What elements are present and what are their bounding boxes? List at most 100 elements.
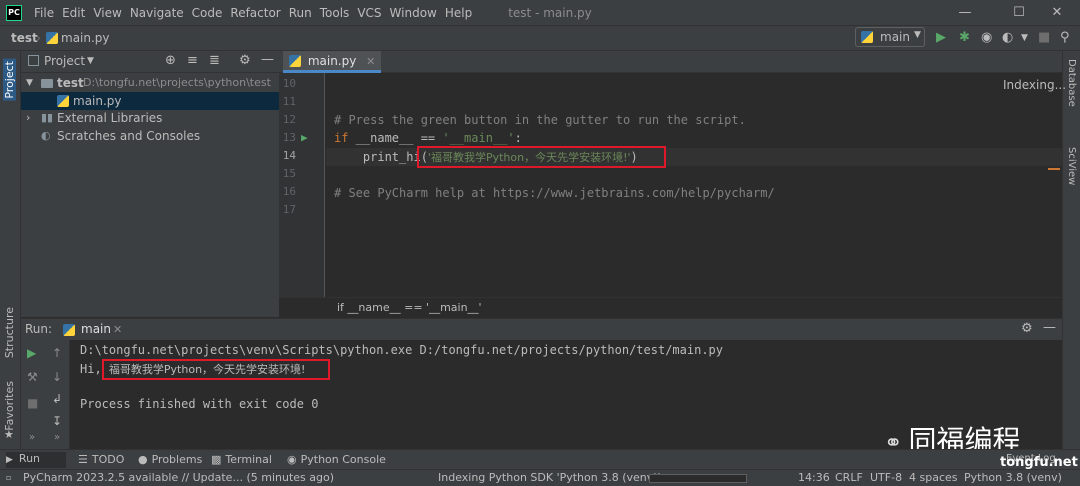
- locate-icon[interactable]: ⊕: [165, 53, 176, 68]
- database-tool-button[interactable]: Database: [1066, 59, 1077, 107]
- menu-vcs[interactable]: VCS: [357, 6, 381, 20]
- python-file-icon: [57, 92, 72, 110]
- more-icon[interactable]: »: [29, 432, 35, 443]
- run-configuration-select[interactable]: main ▼: [855, 27, 925, 47]
- star-icon: ★: [4, 428, 14, 441]
- more-run-chevron-icon[interactable]: ▼: [1021, 30, 1028, 46]
- status-indent[interactable]: 4 spaces: [909, 471, 958, 484]
- window-title: test - main.py: [508, 5, 592, 20]
- bottom-tool-bar: ▶ Run ☰ TODO ● Problems ▩ Terminal ◉ Python C…: [0, 449, 1080, 469]
- tree-item-external-libraries[interactable]: › ▮▮ External Libraries: [21, 109, 279, 127]
- stop-icon[interactable]: ■: [1038, 30, 1050, 46]
- run-icon: ▶: [6, 455, 13, 465]
- terminal-tool-button[interactable]: ▩ Terminal: [211, 453, 272, 466]
- editor-tab-bar: main.py ✕: [279, 51, 1062, 73]
- search-icon[interactable]: ⚲: [1060, 30, 1070, 46]
- soft-wrap-icon[interactable]: ↲: [52, 392, 62, 406]
- menu-refactor[interactable]: Refactor: [230, 6, 280, 20]
- breadcrumb-file[interactable]: main.py: [61, 31, 110, 45]
- python-file-icon: [289, 55, 301, 67]
- collapse-all-icon[interactable]: ≣: [209, 53, 220, 68]
- close-icon[interactable]: ✕: [1034, 0, 1080, 25]
- tree-item-main-py[interactable]: main.py: [21, 92, 279, 110]
- favorites-tool-button[interactable]: Favorites: [3, 381, 16, 431]
- tool-label: TODO: [91, 453, 125, 466]
- menu-file[interactable]: File: [34, 6, 54, 20]
- library-icon: ▮▮: [41, 111, 54, 124]
- tab-main-py[interactable]: main.py ✕: [283, 51, 382, 73]
- more-icon[interactable]: »: [54, 432, 60, 443]
- code-line-12: # Press the green button in the gutter t…: [334, 113, 746, 127]
- problems-tool-button[interactable]: ● Problems: [138, 453, 202, 466]
- menu-code[interactable]: Code: [192, 6, 223, 20]
- python-console-tool-button[interactable]: ◉ Python Console: [287, 453, 386, 466]
- status-encoding[interactable]: UTF-8: [870, 471, 902, 484]
- run-panel-header: Run: main ✕ ⚙ —: [21, 318, 1062, 340]
- rerun-icon[interactable]: ▶: [27, 346, 36, 360]
- terminal-icon: ▩: [211, 453, 222, 466]
- menu-tools[interactable]: Tools: [320, 6, 350, 20]
- todo-tool-button[interactable]: ☰ TODO: [78, 453, 124, 466]
- line-number: 14: [282, 149, 296, 162]
- hide-panel-icon[interactable]: —: [261, 52, 274, 67]
- menu-navigate[interactable]: Navigate: [130, 6, 184, 20]
- status-caret-position[interactable]: 14:36: [798, 471, 830, 484]
- close-tab-icon[interactable]: ✕: [366, 55, 375, 68]
- project-view-select[interactable]: Project: [44, 54, 85, 68]
- code-line-16: # See PyCharm help at https://www.jetbra…: [334, 186, 775, 200]
- menu-edit[interactable]: Edit: [62, 6, 85, 20]
- code-text: __name__ ==: [348, 131, 443, 145]
- run-icon[interactable]: ▶: [936, 30, 946, 46]
- structure-tool-button[interactable]: Structure: [3, 307, 16, 358]
- expand-all-icon[interactable]: ≡: [187, 53, 198, 68]
- run-gutter-icon[interactable]: ▶: [301, 131, 308, 144]
- chevron-down-icon[interactable]: ▼: [26, 74, 33, 92]
- run-tab-main[interactable]: main: [81, 322, 111, 336]
- list-icon: ☰: [78, 453, 88, 466]
- chevron-right-icon[interactable]: ›: [26, 109, 30, 127]
- line-number: 17: [282, 203, 296, 216]
- line-number: 10: [282, 77, 296, 90]
- tool-label: Python Console: [300, 453, 386, 466]
- code-editor[interactable]: Indexing... # Press the green button in …: [326, 73, 1066, 297]
- coverage-icon[interactable]: ◉: [981, 30, 992, 46]
- breadcrumb-scope[interactable]: if __name__ == '__main__': [337, 301, 482, 314]
- status-update-message[interactable]: PyCharm 2023.2.5 available // Update... …: [23, 471, 334, 484]
- breadcrumb-separator-icon: ›: [36, 31, 41, 45]
- line-number: 13: [282, 131, 296, 144]
- gear-icon[interactable]: ⚙: [239, 53, 251, 68]
- menu-window[interactable]: Window: [390, 6, 437, 20]
- debug-icon[interactable]: ✱: [959, 30, 970, 46]
- tree-item-scratches[interactable]: ◐ Scratches and Consoles: [21, 127, 279, 145]
- menu-help[interactable]: Help: [445, 6, 472, 20]
- chevron-down-icon: ▼: [914, 30, 921, 40]
- project-tool-button[interactable]: Project: [3, 59, 16, 101]
- menu-run[interactable]: Run: [289, 6, 312, 20]
- close-tab-icon[interactable]: ✕: [113, 323, 122, 336]
- hide-panel-icon[interactable]: —: [1043, 320, 1056, 335]
- tree-item-label: test: [57, 76, 84, 90]
- chevron-down-icon[interactable]: ▼: [87, 56, 94, 66]
- stop-icon[interactable]: ■: [27, 396, 38, 410]
- scroll-up-icon[interactable]: ↑: [52, 346, 62, 360]
- gear-icon[interactable]: ⚙: [1021, 321, 1033, 336]
- menu-view[interactable]: View: [93, 6, 121, 20]
- project-view-icon: [28, 55, 39, 66]
- breadcrumb-project[interactable]: test: [11, 31, 38, 45]
- profile-icon[interactable]: ◐: [1002, 30, 1013, 46]
- status-line-separator[interactable]: CRLF: [835, 471, 863, 484]
- menu-bar: PC File Edit View Navigate Code Refactor…: [0, 0, 1080, 25]
- wrench-icon[interactable]: ⚒: [27, 370, 38, 384]
- update-indicator-icon[interactable]: ▫: [6, 473, 11, 482]
- status-indexing: Indexing Python SDK 'Python 3.8 (venv)': [438, 471, 661, 484]
- tree-item-path: D:\tongfu.net\projects\python\test: [83, 76, 271, 89]
- scroll-down-icon[interactable]: ↓: [52, 370, 62, 384]
- tree-item-test[interactable]: ▼ test D:\tongfu.net\projects\python\tes…: [21, 74, 279, 92]
- scratches-icon: ◐: [41, 129, 51, 142]
- minimize-icon[interactable]: —: [942, 0, 988, 25]
- scroll-to-end-icon[interactable]: ↧: [52, 414, 62, 428]
- sciview-tool-button[interactable]: SciView: [1066, 147, 1077, 185]
- python-file-icon: [46, 31, 61, 45]
- run-tool-button[interactable]: ▶ Run: [6, 452, 66, 468]
- status-interpreter[interactable]: Python 3.8 (venv): [964, 471, 1062, 484]
